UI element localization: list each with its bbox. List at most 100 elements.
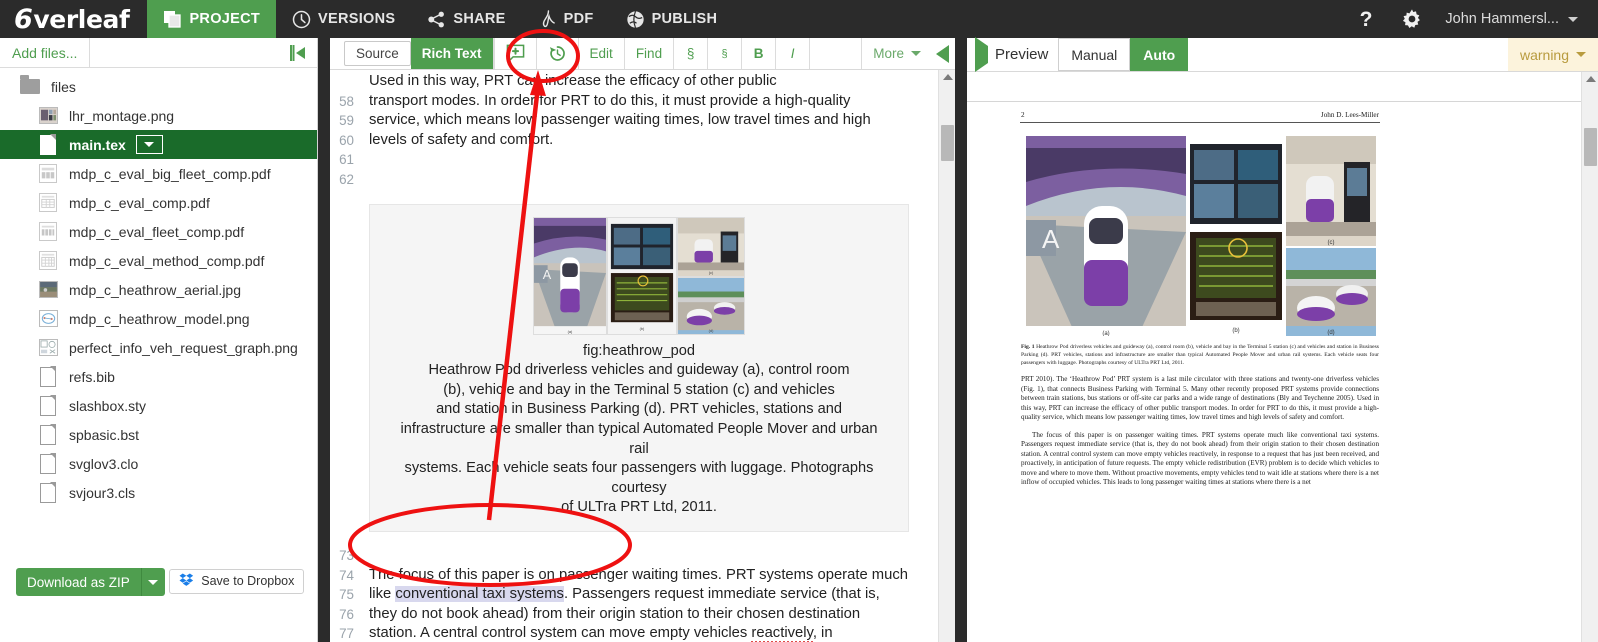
file-row-slashbox-sty[interactable]: slashbox.sty	[0, 391, 317, 420]
add-comment-icon[interactable]	[495, 38, 537, 69]
nav-pdf[interactable]: PDF	[522, 0, 610, 38]
editor-scrollbar-thumb[interactable]	[941, 125, 954, 161]
editor-figure-block[interactable]: A (a) (b) (c) (d) fig:heathrow_pod Heath…	[369, 203, 909, 532]
text-file-icon	[36, 366, 60, 387]
line-number: 76	[339, 606, 354, 622]
nav-project[interactable]: PROJECT	[147, 0, 277, 38]
top-navigation-bar: 6 verleaf PROJECT VERSIONS SHARE PDF PUB…	[0, 0, 1598, 38]
nav-share-label: SHARE	[453, 11, 506, 27]
download-as-zip-button[interactable]: Download as ZIP	[16, 568, 165, 596]
nav-share[interactable]: SHARE	[411, 0, 521, 38]
compile-mode-segmented-control: Manual Auto	[1058, 38, 1189, 71]
download-options-caret[interactable]	[140, 568, 165, 596]
nav-publish[interactable]: PUBLISH	[610, 0, 734, 38]
logo-text: verleaf	[33, 4, 130, 34]
line-number: 73	[339, 547, 354, 563]
scroll-up-arrow-icon[interactable]	[943, 74, 953, 80]
toolbar-spacer	[810, 38, 863, 69]
svg-text:(a): (a)	[1102, 331, 1109, 336]
file-row-svglov3-clo[interactable]: svglov3.clo	[0, 449, 317, 478]
file-row-refs-bib[interactable]: refs.bib	[0, 362, 317, 391]
question-mark-icon[interactable]: ?	[1343, 0, 1389, 38]
file-name: mdp_c_eval_comp.pdf	[69, 194, 210, 211]
edit-menu-button[interactable]: Edit	[579, 38, 625, 69]
file-tree-toolbar: Add files...	[0, 38, 317, 68]
file-row-svjour3-cls[interactable]: svjour3.cls	[0, 478, 317, 507]
left-panel-divider[interactable]	[318, 38, 330, 642]
user-menu[interactable]: John Hammersl...	[1435, 11, 1586, 27]
file-row-mdp-c-heathrow-model[interactable]: mdp_c_heathrow_model.png	[0, 304, 317, 333]
chevron-down-icon	[1576, 52, 1586, 57]
warning-label: warning	[1519, 46, 1569, 63]
svg-text:(b): (b)	[1232, 328, 1239, 334]
subsection-button[interactable]: §	[708, 38, 743, 69]
nav-pdf-label: PDF	[563, 11, 594, 27]
line-number: 75	[339, 587, 354, 603]
preview-content-area[interactable]: 2 John D. Lees-Miller A (a) (b) (c) (d) …	[967, 72, 1598, 642]
file-row-mdp-c-eval-big-fleet-comp[interactable]: mdp_c_eval_big_fleet_comp.pdf	[0, 159, 317, 188]
svg-text:(a): (a)	[568, 329, 573, 334]
pdf-figure-caption-label: Fig. 1	[1021, 344, 1035, 350]
collapse-left-icon[interactable]	[279, 38, 317, 67]
preview-scrollbar[interactable]	[1581, 72, 1598, 642]
svg-text:(c): (c)	[1328, 240, 1335, 246]
nav-versions[interactable]: VERSIONS	[276, 0, 411, 38]
file-row-mdp-c-eval-fleet-comp[interactable]: mdp_c_eval_fleet_comp.pdf	[0, 217, 317, 246]
pdf-running-head: 2 John D. Lees-Miller	[1015, 103, 1385, 122]
file-panel-actions: Download as ZIP Save to Dropbox	[16, 561, 305, 596]
file-actions-dropdown[interactable]	[135, 135, 163, 154]
figure-caption-line: and station in Business Parking (d). PRT…	[436, 401, 842, 418]
bold-button[interactable]: B	[742, 38, 777, 69]
collapse-right-icon[interactable]	[932, 38, 955, 69]
subsection-label: §	[721, 47, 728, 60]
scroll-up-arrow-icon[interactable]	[1586, 76, 1596, 82]
history-revert-icon[interactable]	[537, 38, 579, 69]
file-name: mdp_c_eval_fleet_comp.pdf	[69, 223, 245, 240]
file-row-perfect-info-veh-request-graph[interactable]: perfect_info_veh_request_graph.png	[0, 333, 317, 362]
pdf-preview-panel: Preview Manual Auto warning 2 John D. Le…	[967, 37, 1598, 642]
right-panel-divider[interactable]	[955, 38, 967, 642]
pdf-paragraph-2: The focus of this paper is on passenger …	[1021, 430, 1379, 487]
file-row-mdp-c-eval-method-comp[interactable]: mdp_c_eval_method_comp.pdf	[0, 246, 317, 275]
file-row-lhr-montage[interactable]: lhr_montage.png	[0, 101, 317, 130]
add-files-button[interactable]: Add files...	[0, 38, 91, 67]
folder-icon	[18, 75, 42, 97]
save-to-dropbox-button[interactable]: Save to Dropbox	[169, 568, 305, 594]
file-row-mdp-c-eval-comp[interactable]: mdp_c_eval_comp.pdf	[0, 188, 317, 217]
gear-icon[interactable]	[1389, 0, 1435, 38]
file-tree-folder-files[interactable]: files	[0, 72, 317, 101]
preview-label-group[interactable]: Preview	[967, 37, 1058, 72]
file-row-spbasic-bst[interactable]: spbasic.bst	[0, 420, 317, 449]
manual-label: Manual	[1071, 46, 1118, 63]
file-name: spbasic.bst	[69, 426, 140, 443]
warning-badge[interactable]: warning	[1507, 38, 1598, 71]
editor-scrollbar[interactable]	[938, 70, 955, 642]
line-number: 58	[339, 93, 354, 109]
editor-content-area[interactable]: Used in this way, PRT can increase the e…	[330, 70, 955, 642]
line-text-pre: station. A central control system can mo…	[369, 625, 752, 642]
line-text-post: , in	[812, 625, 833, 642]
overleaf-logo[interactable]: 6 verleaf	[0, 0, 147, 38]
pdf-icon	[538, 9, 557, 30]
source-mode-button[interactable]: Source	[344, 41, 411, 66]
section-button[interactable]: §	[674, 38, 709, 69]
logo-mark: 6	[14, 3, 33, 35]
file-row-main-tex[interactable]: main.tex	[0, 130, 317, 159]
find-button[interactable]: Find	[625, 38, 675, 69]
user-name-label: John Hammersl...	[1445, 11, 1559, 27]
file-name: lhr_montage.png	[69, 107, 175, 124]
file-name: slashbox.sty	[69, 397, 147, 414]
editor-line: 75 like conventional taxi systems. Passe…	[330, 585, 938, 605]
pdf-file-icon	[36, 192, 60, 213]
manual-compile-button[interactable]: Manual	[1058, 38, 1131, 71]
editor-line: 77 station. A central control system can…	[330, 624, 938, 642]
file-name: perfect_info_veh_request_graph.png	[69, 339, 298, 356]
italic-button[interactable]: I	[776, 38, 811, 69]
auto-compile-button[interactable]: Auto	[1130, 38, 1189, 71]
file-row-mdp-c-heathrow-aerial[interactable]: mdp_c_heathrow_aerial.jpg	[0, 275, 317, 304]
chevron-down-icon	[911, 51, 921, 56]
play-triangle-icon[interactable]	[975, 37, 988, 72]
rich-text-mode-button[interactable]: Rich Text	[410, 38, 494, 69]
more-menu-button[interactable]: More	[862, 38, 932, 69]
preview-scrollbar-thumb[interactable]	[1584, 128, 1597, 166]
